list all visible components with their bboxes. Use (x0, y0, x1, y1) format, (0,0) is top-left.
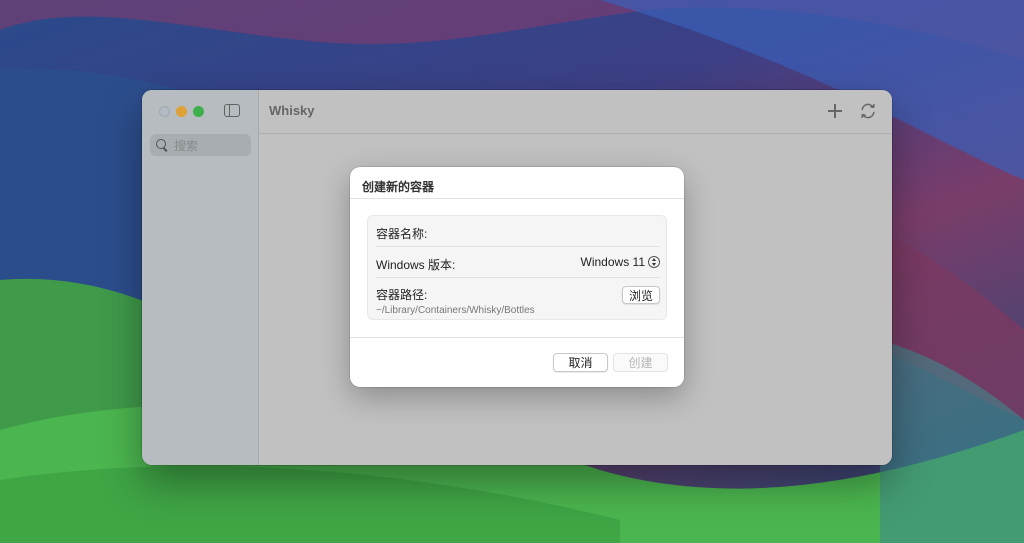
path-row: 容器路径: ~/Library/Containers/Whisky/Bottle… (376, 286, 660, 316)
name-label: 容器名称: (376, 227, 428, 241)
stepper-icon (648, 256, 660, 268)
name-row: 容器名称: (376, 223, 660, 242)
browse-button[interactable]: 浏览 (621, 286, 660, 304)
path-value: ~/Library/Containers/Whisky/Bottles (376, 305, 535, 316)
row-divider (376, 246, 660, 247)
create-bottle-dialog: 创建新的容器 容器名称: Windows 版本: Windows 11 容器路径… (350, 167, 684, 387)
dialog-footer-divider (350, 337, 684, 338)
windows-version-select[interactable]: Windows 11 (581, 255, 660, 269)
dialog-title: 创建新的容器 (362, 180, 435, 194)
version-label: Windows 版本: (376, 258, 456, 272)
version-value: Windows 11 (580, 255, 645, 269)
create-button[interactable]: 创建 (613, 353, 668, 372)
version-row: Windows 版本: Windows 11 (376, 255, 660, 273)
bottle-name-input[interactable] (436, 223, 656, 241)
cancel-button[interactable]: 取消 (553, 353, 608, 372)
row-divider (376, 277, 660, 278)
form-group: 容器名称: Windows 版本: Windows 11 容器路径: ~/Lib… (367, 215, 667, 320)
dialog-header-divider (350, 198, 684, 199)
path-label: 容器路径: (376, 288, 428, 302)
